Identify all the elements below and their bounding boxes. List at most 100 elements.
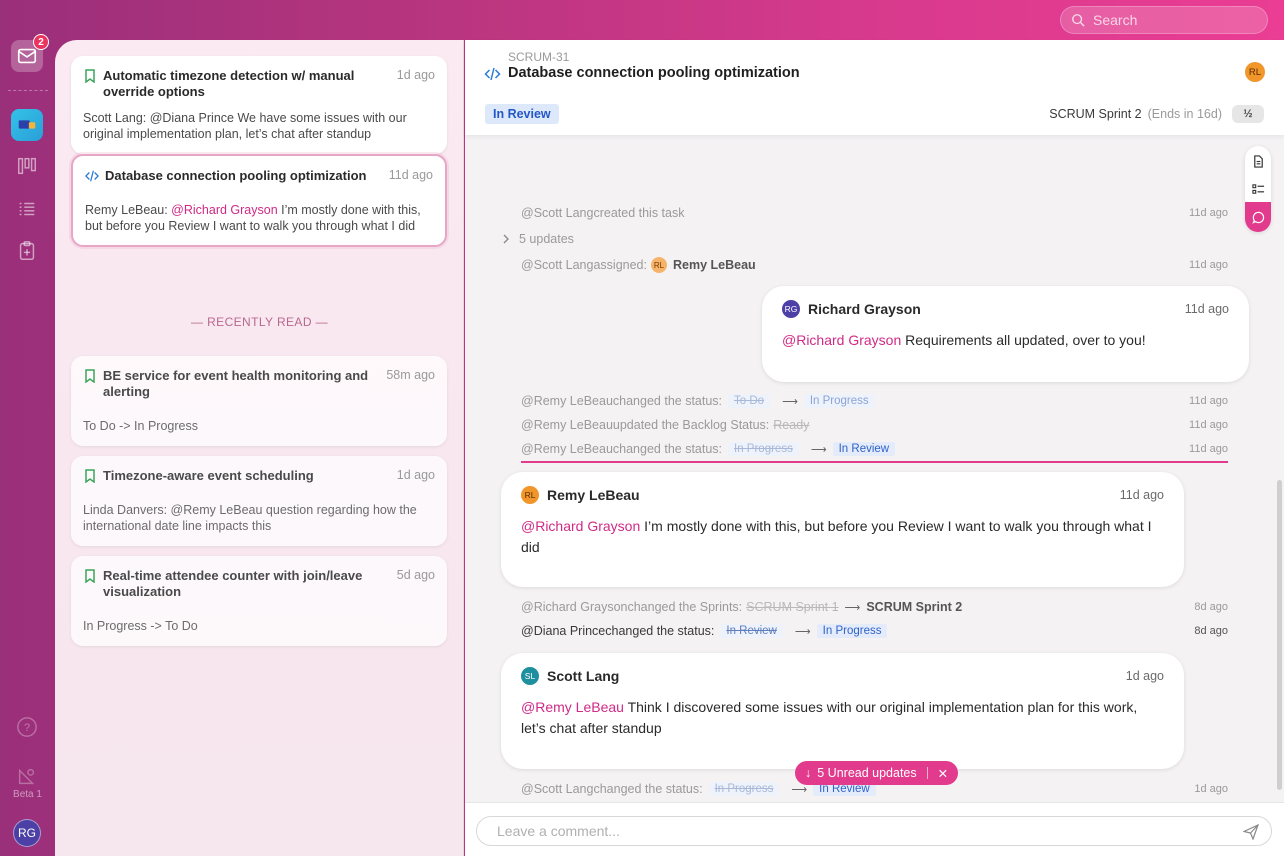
status-badge[interactable]: In Review xyxy=(485,104,559,124)
inbox-nav-button[interactable]: 2 xyxy=(11,34,49,72)
ticket-panel: SCRUM-31 Database connection pooling opt… xyxy=(465,40,1284,856)
list-nav-button[interactable] xyxy=(11,193,43,225)
rail-divider xyxy=(8,90,48,91)
composer-area: Leave a comment... xyxy=(465,802,1284,856)
activity-user[interactable]: @Diana Prince xyxy=(521,624,605,638)
board-icon xyxy=(18,157,36,175)
arrow-down-icon: ↓ xyxy=(805,766,812,780)
activity-user[interactable]: @Scott Lang xyxy=(521,258,593,272)
user-avatar[interactable]: RG xyxy=(13,819,41,847)
search-input[interactable]: Search xyxy=(1060,6,1268,34)
activity-time: 8d ago xyxy=(1194,625,1228,637)
card-preview: In Progress -> To Do xyxy=(83,619,198,633)
activity-user[interactable]: @Richard Grayson xyxy=(521,600,627,614)
inbox-card[interactable]: BE service for event health monitoring a… xyxy=(71,356,447,446)
document-icon xyxy=(1253,154,1263,168)
card-title: Database connection pooling optimization xyxy=(105,168,367,183)
bookmark-icon xyxy=(85,569,95,583)
inbox-card[interactable]: Automatic timezone detection w/ manual o… xyxy=(71,56,447,154)
checklist-icon xyxy=(1251,183,1264,194)
activity-user[interactable]: @Scott Lang xyxy=(521,206,593,220)
activity-user[interactable]: @Scott Lang xyxy=(521,782,593,796)
activity-time: 11d ago xyxy=(1189,259,1228,271)
sprint-info[interactable]: SCRUM Sprint 2 (Ends in 16d) xyxy=(1049,107,1222,121)
comment-body: @Richard Grayson I’m mostly done with th… xyxy=(521,516,1164,558)
activity-action: updated the Backlog Status: xyxy=(612,418,770,432)
view-tabs xyxy=(1245,146,1271,232)
comment-mention[interactable]: @Richard Grayson xyxy=(521,518,640,534)
inbox-card-selected[interactable]: Database connection pooling optimization… xyxy=(71,154,447,247)
activity-created: @Scott Lang created this task 11d ago xyxy=(521,206,1228,220)
arrow-right-icon: ⟶ xyxy=(794,625,811,638)
ticket-id: SCRUM-31 xyxy=(508,50,570,64)
card-title: Automatic timezone detection w/ manual o… xyxy=(103,68,355,99)
sprint-to: SCRUM Sprint 2 xyxy=(866,600,963,614)
comment-card: RG Richard Grayson 11d ago @Richard Gray… xyxy=(762,286,1249,382)
code-icon xyxy=(484,67,501,81)
inbox-card[interactable]: Timezone-aware event scheduling 1d ago L… xyxy=(71,456,447,546)
comment-avatar: SL xyxy=(521,667,539,685)
comment-mention[interactable]: @Richard Grayson xyxy=(782,332,901,348)
ticket-header: SCRUM-31 Database connection pooling opt… xyxy=(465,40,1284,135)
card-author: Scott Lang: xyxy=(83,111,150,125)
comment-input[interactable]: Leave a comment... xyxy=(476,816,1272,846)
card-time: 5d ago xyxy=(396,568,435,582)
status-from: To Do xyxy=(728,394,771,408)
card-title: Timezone-aware event scheduling xyxy=(103,468,314,483)
board-nav-button[interactable] xyxy=(11,150,43,182)
activity-user[interactable]: @Remy LeBeau xyxy=(521,418,613,432)
updates-toggle[interactable]: 5 updates xyxy=(501,232,1208,246)
code-icon xyxy=(85,170,99,182)
status-to: In Progress xyxy=(816,624,888,638)
comment-avatar: RG xyxy=(782,300,800,318)
beta-icon xyxy=(18,768,35,785)
unread-updates-button[interactable]: ↓ 5 Unread updates ✕ xyxy=(795,761,959,785)
help-button[interactable]: ? xyxy=(11,711,43,743)
activity-time: 11d ago xyxy=(1189,419,1228,431)
comment-mention[interactable]: @Remy LeBeau xyxy=(521,699,624,715)
comment-time: 11d ago xyxy=(1119,488,1164,502)
add-task-nav-button[interactable] xyxy=(11,235,43,267)
scrollbar[interactable] xyxy=(1277,480,1282,790)
send-icon[interactable] xyxy=(1243,824,1259,840)
assignee-avatar[interactable]: RL xyxy=(1245,62,1265,82)
card-time: 1d ago xyxy=(396,468,435,482)
comment-placeholder: Leave a comment... xyxy=(497,823,620,839)
activity-action: changed the Sprints: xyxy=(627,600,743,614)
arrow-right-icon: ⟶ xyxy=(844,601,861,614)
assignee-name: Remy LeBeau xyxy=(672,258,756,272)
activity-action: changed the status: xyxy=(593,782,703,796)
comment-body: @Richard Grayson Requirements all update… xyxy=(782,330,1229,351)
comment-card: RL Remy LeBeau 11d ago @Richard Grayson … xyxy=(501,472,1184,587)
activity-time: 11d ago xyxy=(1189,443,1228,455)
left-rail: 2 ? Beta 1 RG xyxy=(0,0,55,856)
estimate-button[interactable]: ½ xyxy=(1232,105,1264,123)
sprint-ends: (Ends in 16d) xyxy=(1147,107,1222,121)
details-tab[interactable] xyxy=(1245,148,1271,174)
status-from: In Progress xyxy=(728,442,799,456)
project-nav-button[interactable] xyxy=(11,109,43,141)
status-from: In Progress xyxy=(708,782,780,796)
assignee-avatar: RL xyxy=(650,257,667,273)
unread-divider xyxy=(521,461,1228,463)
checklist-tab[interactable] xyxy=(1245,176,1271,202)
activity-user[interactable]: @Remy LeBeau xyxy=(521,442,613,456)
card-time: 1d ago xyxy=(396,68,435,82)
beta-button[interactable] xyxy=(11,760,43,792)
activity-action: created this task xyxy=(593,206,685,220)
pill-separator xyxy=(926,767,928,779)
sprint-name: SCRUM Sprint 2 xyxy=(1049,107,1142,121)
comment-text: Requirements all updated, over to you! xyxy=(901,332,1146,348)
card-preview: Linda Danvers: @Remy LeBeau question reg… xyxy=(83,503,417,533)
project-icon xyxy=(18,120,36,129)
comment-author: Richard Grayson xyxy=(808,301,921,317)
ticket-title: Database connection pooling optimization xyxy=(508,65,800,81)
close-icon[interactable]: ✕ xyxy=(938,766,948,781)
activity-action: changed the status: xyxy=(612,442,723,456)
list-icon xyxy=(19,202,35,216)
activity-user[interactable]: @Remy LeBeau xyxy=(521,394,613,408)
comment-body: @Remy LeBeau Think I discovered some iss… xyxy=(521,697,1164,739)
comments-tab[interactable] xyxy=(1245,202,1271,232)
inbox-card[interactable]: Real-time attendee counter with join/lea… xyxy=(71,556,447,646)
activity-action: changed the status: xyxy=(612,394,723,408)
